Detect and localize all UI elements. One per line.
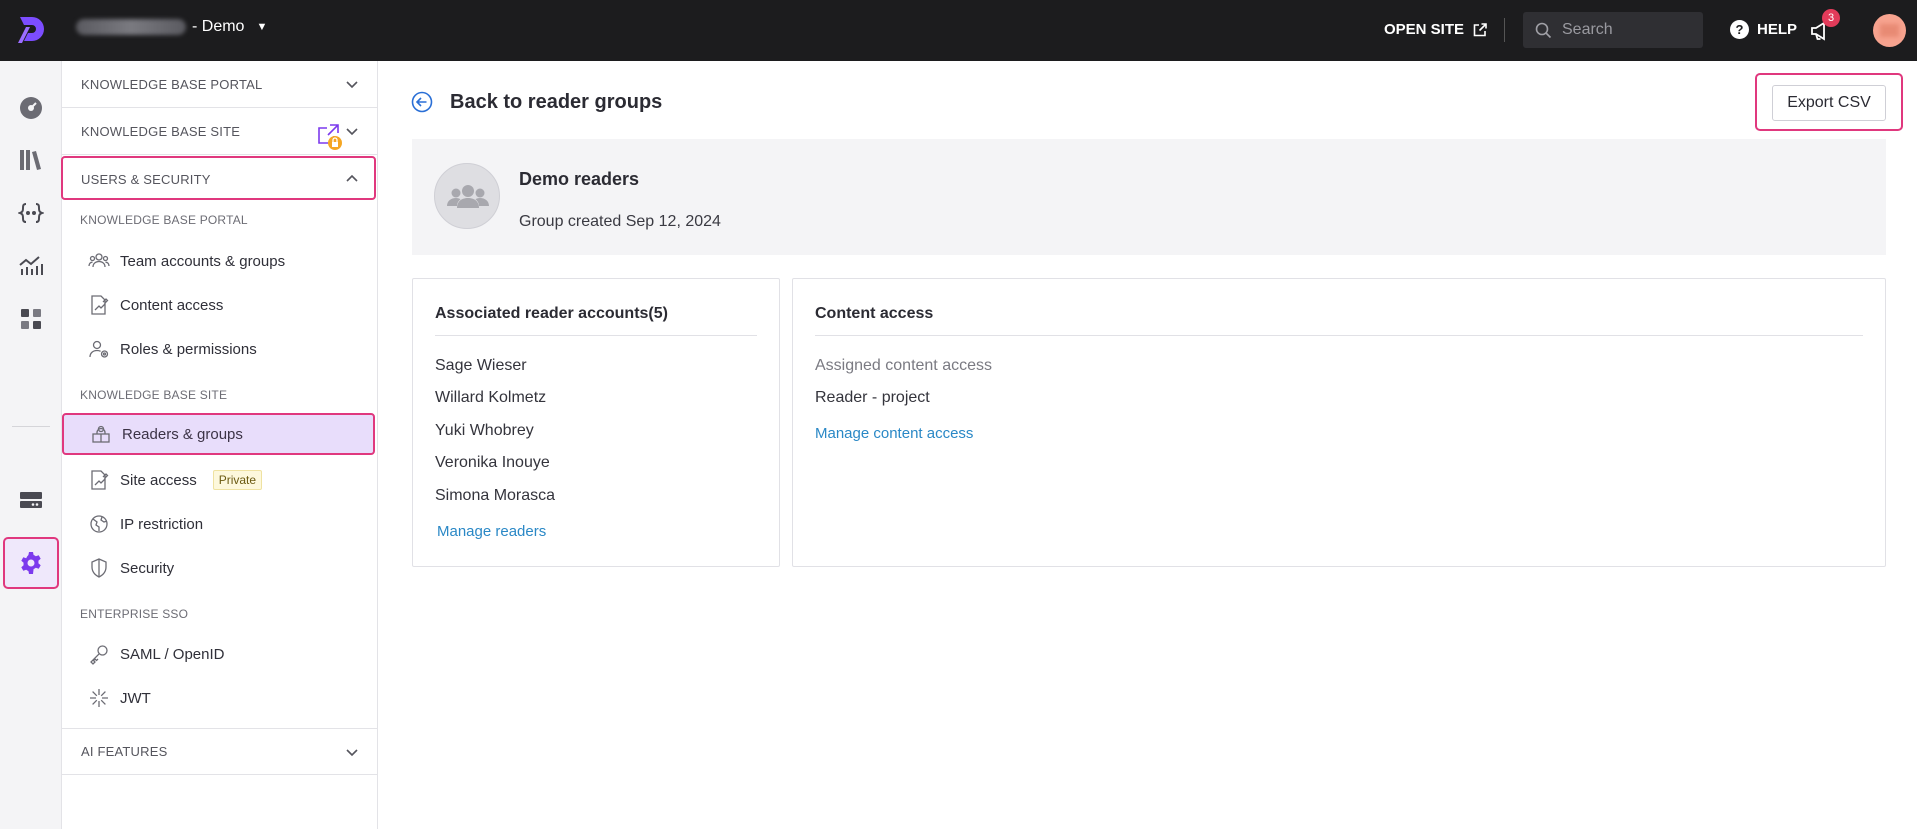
analytics-chart-icon[interactable]	[18, 253, 44, 279]
roles-icon	[89, 340, 109, 358]
divider	[435, 335, 757, 336]
nav-section-label: KNOWLEDGE BASE PORTAL	[81, 76, 263, 92]
drive-storage-icon[interactable]	[18, 487, 44, 513]
nav-item-jwt[interactable]: JWT	[88, 680, 372, 716]
nav-item-team-accounts[interactable]: Team accounts & groups	[88, 243, 372, 279]
nav-section-ai-features[interactable]: AI FEATURES	[62, 728, 377, 775]
nav-section-label: USERS & SECURITY	[81, 172, 211, 187]
help-button[interactable]: ? HELP	[1730, 20, 1797, 39]
notification-badge: 3	[1822, 9, 1840, 27]
private-tag: Private	[212, 470, 263, 490]
search-input[interactable]	[1562, 21, 1682, 39]
chevron-down-icon	[346, 749, 358, 757]
group-avatar	[434, 163, 500, 229]
search-icon	[1535, 22, 1552, 38]
chevron-down-icon	[346, 128, 358, 136]
reader-row: Simona Morasca	[435, 487, 556, 504]
nav-item-roles-permissions[interactable]: Roles & permissions	[88, 331, 372, 367]
nav-item-site-access[interactable]: Site access Private	[88, 462, 372, 498]
content-access-panel: Content access Assigned content access R…	[792, 278, 1886, 567]
readers-icon	[92, 425, 110, 443]
open-site-link[interactable]: OPEN SITE	[1384, 21, 1488, 38]
nav-subheading-kb-portal: KNOWLEDGE BASE PORTAL	[80, 213, 248, 227]
nav-section-label: KNOWLEDGE BASE SITE	[81, 123, 241, 139]
nav-item-label: IP restriction	[120, 515, 204, 533]
top-bar: - Demo ▼ OPEN SITE ? HELP 3	[0, 0, 1917, 61]
open-site-label: OPEN SITE	[1384, 21, 1465, 38]
chevron-down-icon	[346, 81, 358, 89]
nav-item-label: Readers & groups	[122, 425, 243, 443]
project-switcher[interactable]: - Demo ▼	[76, 18, 267, 36]
nav-item-saml-openid[interactable]: SAML / OpenID	[88, 636, 372, 672]
api-code-icon[interactable]	[18, 200, 44, 226]
project-name-redacted	[76, 19, 186, 35]
back-to-reader-groups-link[interactable]: Back to reader groups	[450, 91, 662, 114]
nav-item-label: Site access	[120, 471, 197, 489]
settings-gear-icon[interactable]	[18, 550, 44, 576]
search-box[interactable]	[1523, 12, 1703, 48]
content-access-value: Reader - project	[815, 389, 930, 406]
export-csv-button[interactable]: Export CSV	[1772, 85, 1886, 121]
external-link-icon	[1473, 22, 1487, 36]
reader-accounts-title: Associated reader accounts(5)	[435, 305, 668, 322]
dashboard-gauge-icon[interactable]	[18, 95, 44, 121]
widgets-grid-icon[interactable]	[18, 306, 44, 332]
group-name: Demo readers	[519, 169, 640, 189]
caret-down-icon: ▼	[256, 21, 268, 33]
nav-item-label: Team accounts & groups	[120, 252, 286, 270]
group-created-date: Group created Sep 12, 2024	[519, 213, 721, 230]
user-avatar[interactable]	[1873, 14, 1906, 47]
left-rail	[0, 61, 62, 829]
nav-subheading-kb-site: KNOWLEDGE BASE SITE	[80, 388, 228, 402]
divider	[1504, 18, 1505, 42]
rail-divider	[12, 426, 50, 427]
content-access-title: Content access	[815, 305, 934, 322]
reader-row: Sage Wieser	[435, 357, 527, 374]
reader-row: Willard Kolmetz	[435, 389, 547, 406]
nav-section-kb-portal[interactable]: KNOWLEDGE BASE PORTAL	[62, 61, 377, 108]
nav-item-readers-groups[interactable]: Readers & groups	[62, 413, 375, 455]
nav-item-label: JWT	[120, 689, 151, 707]
ip-globe-icon	[90, 515, 108, 533]
nav-item-label: Content access	[120, 296, 224, 314]
nav-item-content-access[interactable]: Content access	[88, 287, 372, 323]
nav-section-users-security[interactable]: USERS & SECURITY	[62, 156, 377, 203]
nav-section-label: AI FEATURES	[81, 744, 168, 759]
manage-content-access-link[interactable]: Manage content access	[815, 425, 973, 442]
key-icon	[90, 645, 108, 665]
group-people-icon	[447, 185, 489, 208]
reader-row: Veronika Inouye	[435, 454, 550, 471]
assigned-content-access-label: Assigned content access	[815, 357, 992, 374]
help-label: HELP	[1757, 21, 1798, 38]
nav-item-label: SAML / OpenID	[120, 645, 225, 663]
documents-library-icon[interactable]	[18, 147, 44, 173]
divider	[815, 335, 1863, 336]
shield-icon	[91, 558, 107, 578]
reader-row: Yuki Whobrey	[435, 422, 534, 439]
reader-accounts-panel: Associated reader accounts(5) Sage Wiese…	[412, 278, 780, 567]
nav-item-security[interactable]: Security	[88, 550, 372, 586]
group-header-card: Demo readers Group created Sep 12, 2024	[412, 139, 1886, 255]
nav-item-ip-restriction[interactable]: IP restriction	[88, 506, 372, 542]
content-access-icon	[91, 295, 109, 315]
document360-logo-icon[interactable]	[14, 13, 48, 47]
chevron-up-icon	[346, 174, 358, 182]
settings-nav-panel: KNOWLEDGE BASE PORTAL KNOWLEDGE BASE SIT…	[61, 61, 378, 829]
external-link-lock-icon[interactable]	[314, 121, 344, 151]
nav-subheading-enterprise-sso: ENTERPRISE SSO	[80, 607, 189, 621]
team-icon	[88, 253, 110, 268]
back-arrow-icon[interactable]	[411, 91, 433, 113]
nav-item-label: Roles & permissions	[120, 340, 257, 358]
project-suffix: - Demo	[192, 18, 245, 35]
site-access-icon	[91, 470, 109, 490]
nav-item-label: Security	[120, 559, 175, 577]
manage-readers-link[interactable]: Manage readers	[437, 523, 546, 540]
question-icon: ?	[1730, 20, 1749, 39]
jwt-icon	[90, 689, 108, 707]
